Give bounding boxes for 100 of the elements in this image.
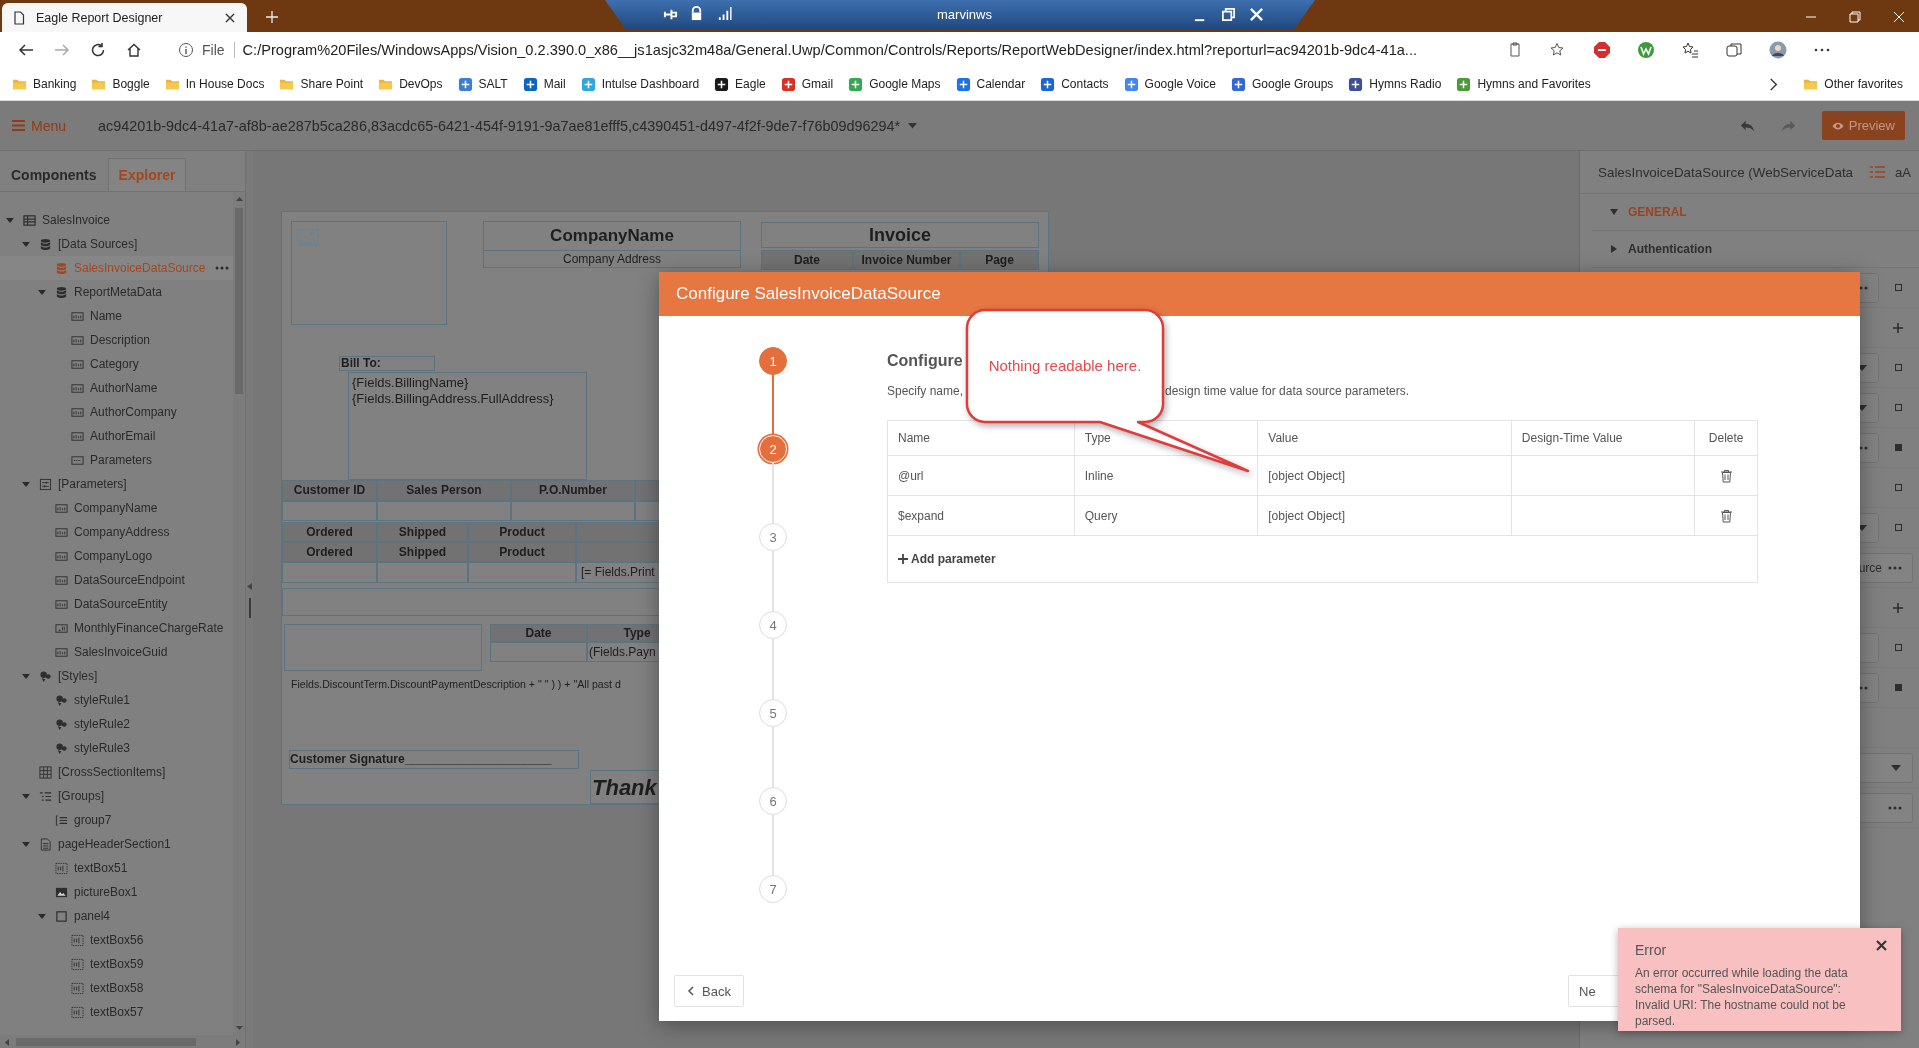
- bookmark[interactable]: Other favorites: [1803, 76, 1903, 92]
- collapse-arrow-icon[interactable]: [21, 791, 31, 801]
- restore-icon[interactable]: [1221, 7, 1236, 22]
- property-section[interactable]: Authentication: [1592, 231, 1919, 268]
- scroll-up-icon[interactable]: [235, 196, 243, 202]
- home-icon[interactable]: [126, 42, 142, 58]
- step-indicator[interactable]: 2: [759, 435, 787, 463]
- step-indicator[interactable]: 3: [759, 523, 787, 551]
- table-cell[interactable]: [282, 562, 377, 583]
- tree-item[interactable]: AuthorCompany: [0, 400, 233, 424]
- reading-view-icon[interactable]: [1507, 42, 1523, 58]
- tree-item[interactable]: textBox58: [0, 976, 233, 1000]
- tree-item[interactable]: MonthlyFinanceChargeRate: [0, 616, 233, 640]
- plus-icon[interactable]: [1892, 321, 1904, 334]
- bookmark[interactable]: Share Point: [279, 76, 364, 92]
- reset-square-icon[interactable]: [1894, 444, 1902, 451]
- bookmark[interactable]: Calendar: [955, 76, 1026, 92]
- table-header-cell[interactable]: Ordered: [282, 542, 377, 562]
- pin-icon[interactable]: [663, 7, 678, 22]
- billing-textbox[interactable]: {Fields.BillingName} {Fields.BillingAddress.FullAddress}: [348, 372, 587, 480]
- tree-item[interactable]: DataSourceEndpoint: [0, 568, 233, 592]
- collapse-arrow-icon[interactable]: [37, 287, 47, 297]
- add-parameter-button[interactable]: Add parameter: [898, 552, 996, 566]
- bookmark[interactable]: Gmail: [780, 76, 834, 92]
- tree-item[interactable]: Category: [0, 352, 233, 376]
- table-header-cell[interactable]: Customer ID: [282, 480, 377, 501]
- scroll-right-icon[interactable]: [235, 1038, 241, 1046]
- tree-item[interactable]: pictureBox1: [0, 880, 233, 904]
- tree-item[interactable]: [Groups]: [0, 784, 233, 808]
- table-header-cell[interactable]: Invoice Number: [853, 250, 960, 270]
- collapse-arrow-icon[interactable]: [21, 239, 31, 249]
- step-indicator[interactable]: 1: [759, 347, 787, 375]
- company-address-textbox[interactable]: Company Address: [483, 250, 741, 268]
- tree-item[interactable]: Description: [0, 328, 233, 352]
- tree-item[interactable]: group7: [0, 808, 233, 832]
- reset-square-icon[interactable]: [1894, 364, 1902, 371]
- reset-square-icon[interactable]: [1894, 484, 1902, 491]
- bookmark[interactable]: Google Maps: [848, 76, 941, 92]
- table-header-cell[interactable]: Shipped: [377, 542, 468, 562]
- table-header-cell[interactable]: Date: [761, 250, 853, 270]
- tree-item[interactable]: styleRule1: [0, 688, 233, 712]
- table-cell[interactable]: [377, 562, 468, 583]
- trash-icon[interactable]: [1719, 468, 1733, 483]
- step-indicator[interactable]: 4: [759, 611, 787, 639]
- undo-icon[interactable]: [1739, 118, 1755, 133]
- tree-item[interactable]: styleRule3: [0, 736, 233, 760]
- add-favorite-icon[interactable]: [1549, 42, 1565, 58]
- table-header-cell[interactable]: Page: [960, 250, 1039, 270]
- scrollbar[interactable]: [233, 192, 245, 1035]
- favorites-icon[interactable]: [1681, 41, 1699, 59]
- tree-item[interactable]: [CrossSectionItems]: [0, 760, 233, 784]
- trash-icon[interactable]: [1719, 508, 1733, 523]
- preview-button[interactable]: Preview: [1821, 111, 1905, 140]
- reset-square-icon[interactable]: [1894, 404, 1902, 411]
- bookmark[interactable]: Intulse Dashboard: [580, 76, 700, 92]
- table-cell[interactable]: [511, 501, 635, 521]
- table-cell[interactable]: [377, 501, 511, 521]
- table-cell[interactable]: [284, 624, 482, 671]
- table-header-cell[interactable]: Shipped: [377, 522, 468, 542]
- tree-item[interactable]: CompanyLogo: [0, 544, 233, 568]
- collapse-arrow-icon[interactable]: [5, 215, 15, 225]
- back-arrow-icon[interactable]: [18, 42, 34, 58]
- company-name-textbox[interactable]: CompanyName: [483, 221, 741, 251]
- table-header-cell[interactable]: Sales Person: [377, 480, 511, 501]
- tree-item[interactable]: textBox57: [0, 1000, 233, 1024]
- table-cell[interactable]: [468, 562, 576, 583]
- signature-textbox[interactable]: Customer Signature______________________: [289, 750, 579, 769]
- avatar-icon[interactable]: [1769, 41, 1787, 59]
- table-cell[interactable]: [282, 501, 377, 521]
- splitter-handle[interactable]: [248, 598, 251, 618]
- font-size-toggle[interactable]: aA: [1895, 164, 1911, 180]
- table-header-cell[interactable]: Date: [490, 624, 587, 642]
- info-icon[interactable]: [178, 42, 194, 58]
- table-header-cell[interactable]: Product: [468, 522, 576, 542]
- tree-item[interactable]: SalesInvoice: [0, 208, 233, 232]
- collections-icon[interactable]: [1725, 41, 1743, 59]
- refresh-icon[interactable]: [90, 42, 106, 58]
- tree-item[interactable]: AuthorEmail: [0, 424, 233, 448]
- close-icon[interactable]: [1876, 940, 1887, 951]
- restore-icon[interactable]: [1849, 11, 1861, 23]
- step-indicator[interactable]: 6: [759, 787, 787, 815]
- scrollbar[interactable]: [0, 1035, 245, 1048]
- step-indicator[interactable]: 5: [759, 699, 787, 727]
- table-cell[interactable]: [490, 642, 587, 662]
- scroll-down-icon[interactable]: [235, 1025, 243, 1031]
- reset-square-icon[interactable]: [1894, 524, 1902, 531]
- bookmark[interactable]: Hymns and Favorites: [1456, 76, 1591, 92]
- tree-item[interactable]: textBox56: [0, 928, 233, 952]
- tree-item[interactable]: AuthorName: [0, 376, 233, 400]
- tree-item[interactable]: [Styles]: [0, 664, 233, 688]
- bookmark[interactable]: Hymns Radio: [1348, 76, 1442, 92]
- new-tab-icon[interactable]: [265, 10, 279, 24]
- tree-item[interactable]: SalesInvoiceGuid: [0, 640, 233, 664]
- reset-square-icon[interactable]: [1894, 284, 1902, 291]
- reset-square-icon[interactable]: [1894, 684, 1902, 691]
- tree-item[interactable]: [Data Sources]: [0, 232, 233, 256]
- bookmark[interactable]: Contacts: [1040, 76, 1109, 92]
- invoice-title-textbox[interactable]: Invoice: [761, 222, 1039, 248]
- collapse-arrow-icon[interactable]: [37, 911, 47, 921]
- bookmark[interactable]: SALT: [457, 76, 508, 92]
